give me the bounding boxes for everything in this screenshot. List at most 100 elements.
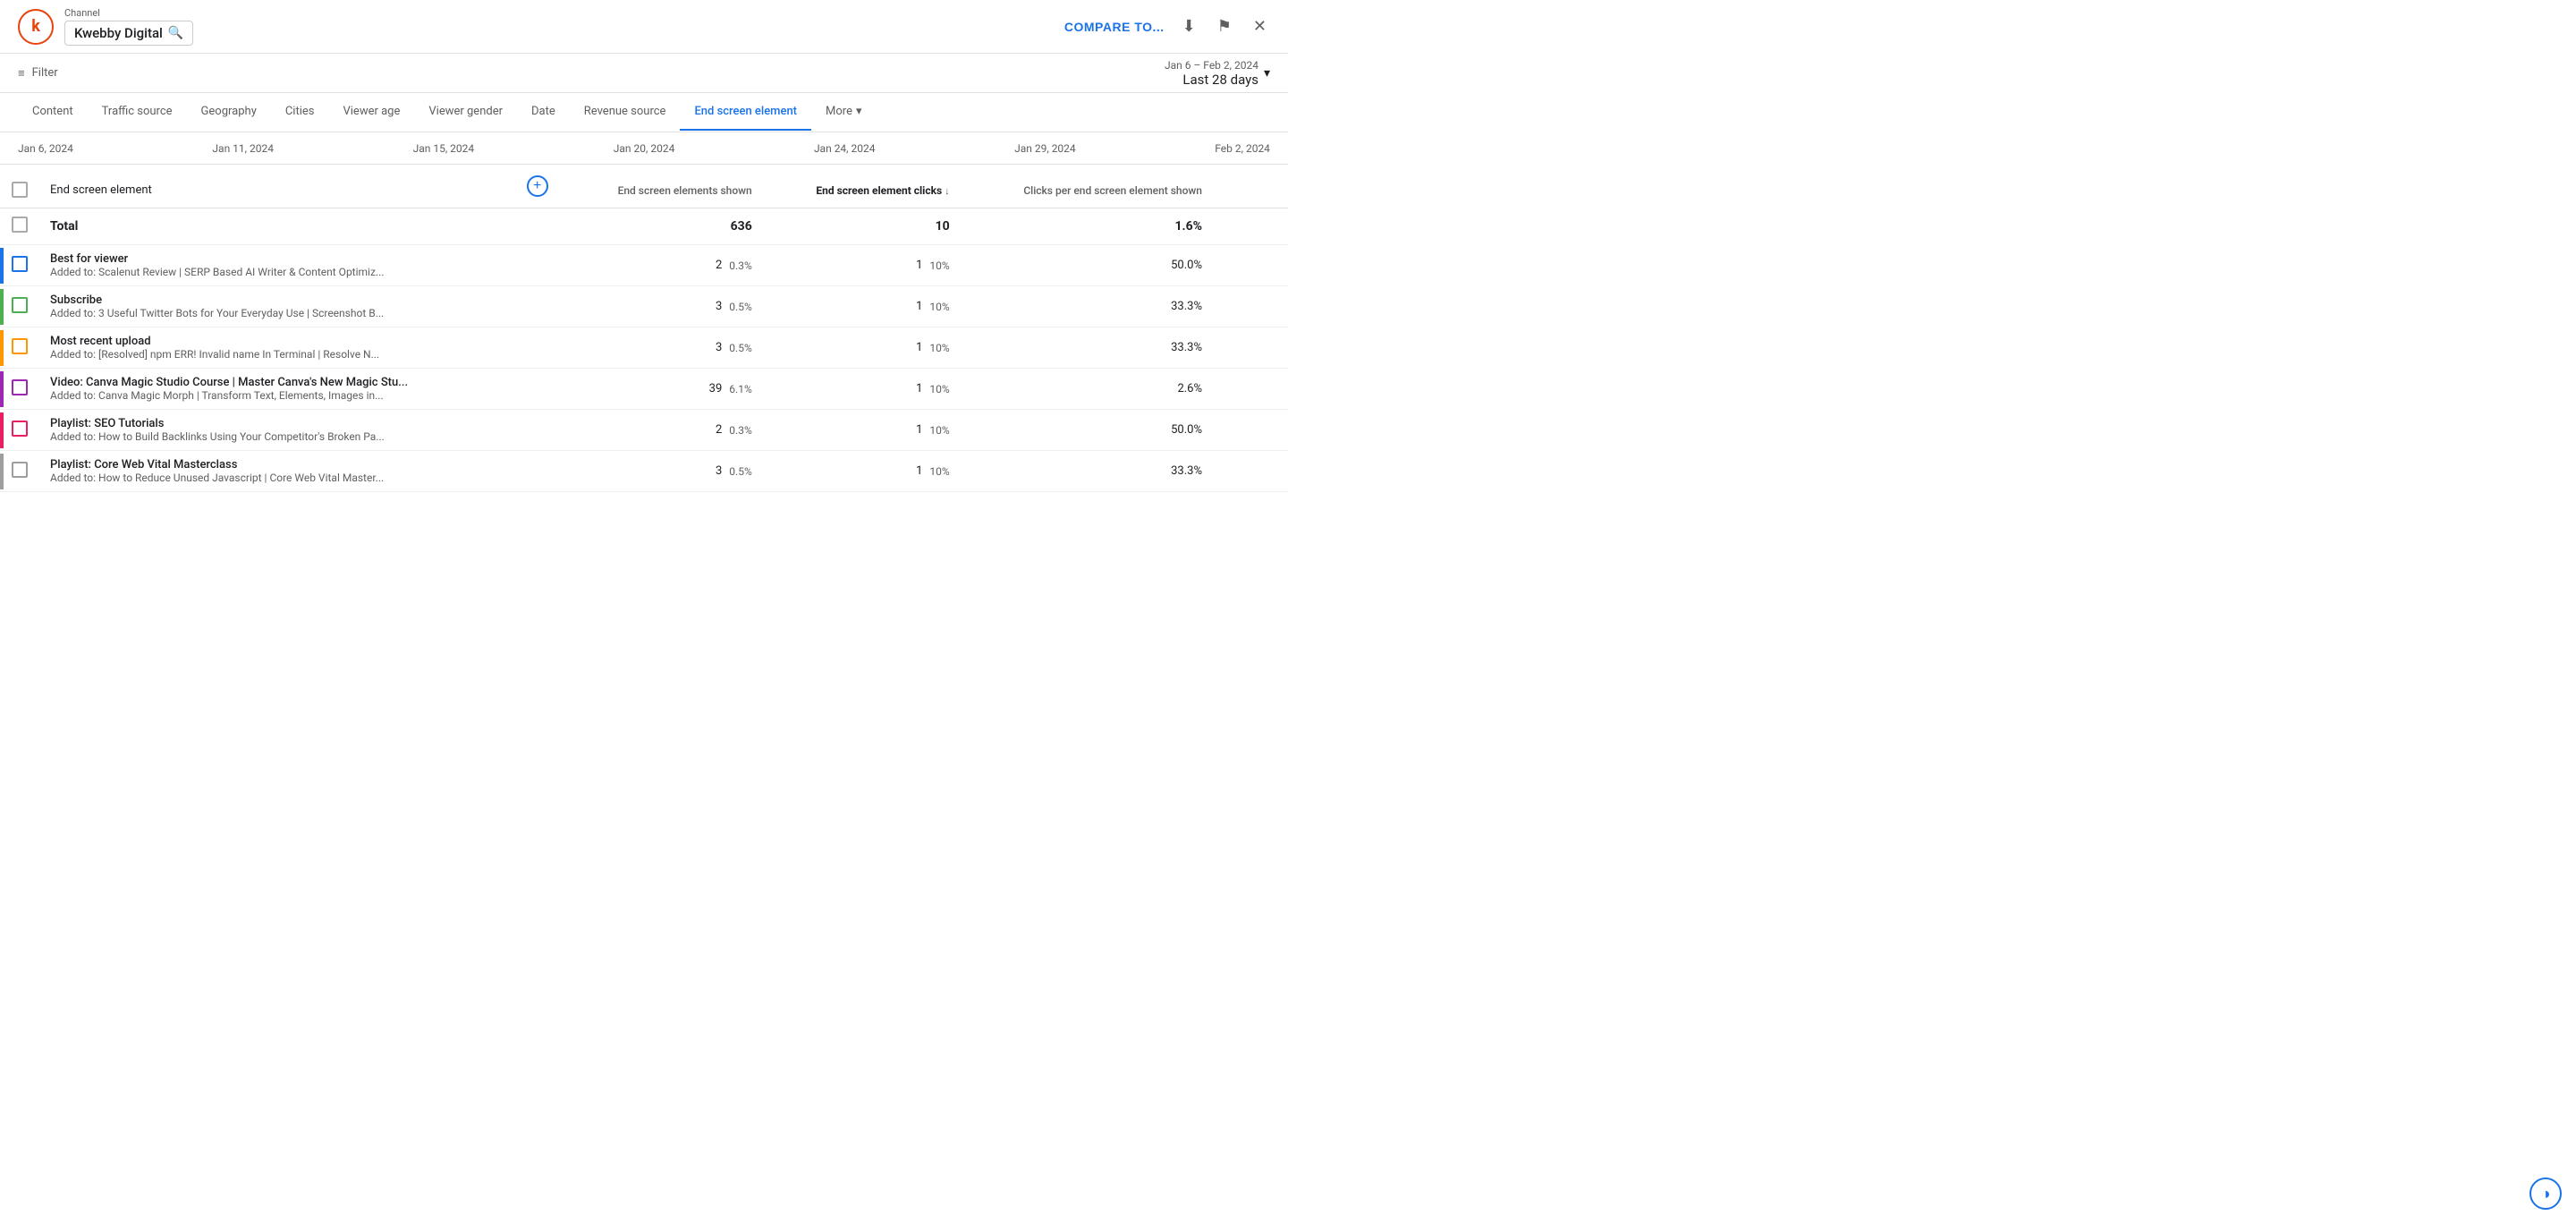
close-icon: ✕ <box>1253 17 1267 36</box>
total-checkbox[interactable] <box>12 217 28 233</box>
add-column-button[interactable]: + <box>527 175 548 197</box>
date-tick-4: Jan 20, 2024 <box>614 142 675 155</box>
row-elements-shown-pct: 6.1% <box>729 383 751 395</box>
row-trail-empty <box>1216 286 1288 327</box>
table-row: Playlist: Core Web Vital MasterclassAdde… <box>0 451 1288 492</box>
download-button[interactable]: ⬇ <box>1179 13 1199 39</box>
row-label-cell: Playlist: Core Web Vital MasterclassAdde… <box>36 451 507 492</box>
row-add-col-empty <box>507 327 568 369</box>
add-column-cell[interactable]: + <box>507 165 568 208</box>
row-checkbox-cell[interactable] <box>4 369 36 410</box>
row-label-cell: Playlist: SEO TutorialsAdded to: How to … <box>36 410 507 451</box>
row-element-clicks: 110% <box>767 410 964 451</box>
clicks-per-shown-header[interactable]: Clicks per end screen element shown <box>964 165 1216 208</box>
row-elements-shown-pct: 0.3% <box>729 259 751 272</box>
row-checkbox-cell[interactable] <box>4 451 36 492</box>
row-checkbox-cell[interactable] <box>4 286 36 327</box>
row-add-col-empty <box>507 245 568 286</box>
row-elements-shown: 30.5% <box>568 327 767 369</box>
tab-viewer-age[interactable]: Viewer age <box>328 94 414 131</box>
channel-name-box[interactable]: Kwebby Digital 🔍 <box>64 21 193 46</box>
row-main-label: Best for viewer <box>50 252 493 266</box>
row-sub-label: Added to: Scalenut Review | SERP Based A… <box>50 266 493 278</box>
row-clicks-per-shown: 33.3% <box>964 286 1216 327</box>
row-clicks-per-shown: 33.3% <box>964 327 1216 369</box>
row-elements-shown-pct: 0.3% <box>729 424 751 437</box>
row-trail-empty <box>1216 327 1288 369</box>
row-checkbox[interactable] <box>12 379 28 395</box>
date-dropdown-icon[interactable]: ▾ <box>1264 66 1270 81</box>
bottom-help-icon[interactable]: ◑ <box>2529 1177 2562 1210</box>
row-element-clicks-pct: 10% <box>929 342 949 354</box>
table-row: Playlist: SEO TutorialsAdded to: How to … <box>0 410 1288 451</box>
row-checkbox-cell[interactable] <box>4 245 36 286</box>
row-checkbox-cell[interactable] <box>4 410 36 451</box>
channel-info: Channel Kwebby Digital 🔍 <box>64 7 193 46</box>
row-checkbox[interactable] <box>12 462 28 478</box>
row-label-cell: Most recent uploadAdded to: [Resolved] n… <box>36 327 507 369</box>
row-sub-label: Added to: [Resolved] npm ERR! Invalid na… <box>50 348 493 361</box>
row-label-cell: Best for viewerAdded to: Scalenut Review… <box>36 245 507 286</box>
tab-geography[interactable]: Geography <box>187 94 271 131</box>
row-elements-shown-val: 3 <box>716 300 722 313</box>
date-range-main: Last 28 days <box>1182 72 1258 88</box>
tab-revenue-source[interactable]: Revenue source <box>570 94 681 131</box>
tab-cities[interactable]: Cities <box>271 94 329 131</box>
compare-button[interactable]: COMPARE TO... <box>1064 20 1165 34</box>
row-elements-shown-val: 2 <box>716 259 722 272</box>
download-icon: ⬇ <box>1182 17 1196 36</box>
row-elements-shown-val: 2 <box>716 423 722 437</box>
element-clicks-header[interactable]: End screen element clicks ↓ <box>767 165 964 208</box>
row-element-clicks: 110% <box>767 245 964 286</box>
row-checkbox-cell[interactable] <box>4 327 36 369</box>
close-button[interactable]: ✕ <box>1250 13 1270 39</box>
date-range: Jan 6 – Feb 2, 2024 Last 28 days <box>1165 59 1258 88</box>
row-clicks-per-shown: 50.0% <box>964 410 1216 451</box>
data-table-container: End screen element + End screen elements… <box>0 165 1288 492</box>
flag-button[interactable]: ⚑ <box>1214 13 1235 39</box>
row-trail-empty <box>1216 369 1288 410</box>
row-sub-label: Added to: How to Reduce Unused Javascrip… <box>50 472 493 484</box>
channel-name: Kwebby Digital <box>74 25 163 41</box>
total-empty <box>507 208 568 245</box>
tab-more[interactable]: More ▾ <box>811 94 876 131</box>
row-element-clicks-val: 1 <box>916 341 922 354</box>
tab-viewer-gender[interactable]: Viewer gender <box>414 94 517 131</box>
row-main-label: Video: Canva Magic Studio Course | Maste… <box>50 376 493 389</box>
header-right: COMPARE TO... ⬇ ⚑ ✕ <box>1064 13 1270 39</box>
row-element-clicks-pct: 10% <box>929 301 949 313</box>
tab-end-screen-element[interactable]: End screen element <box>680 94 811 131</box>
row-main-label: Most recent upload <box>50 335 493 348</box>
sort-icon: ↓ <box>945 185 950 197</box>
row-checkbox[interactable] <box>12 338 28 354</box>
row-clicks-per-shown: 50.0% <box>964 245 1216 286</box>
tab-date[interactable]: Date <box>517 94 570 131</box>
total-checkbox-cell[interactable] <box>4 208 36 245</box>
row-elements-shown: 2 0.3% <box>568 245 767 286</box>
select-all-checkbox[interactable] <box>12 182 28 198</box>
tab-traffic-source[interactable]: Traffic source <box>88 94 187 131</box>
row-sub-label: Added to: How to Build Backlinks Using Y… <box>50 430 493 443</box>
date-tick-2: Jan 11, 2024 <box>212 142 274 155</box>
date-range-selector[interactable]: Jan 6 – Feb 2, 2024 Last 28 days ▾ <box>1165 59 1270 88</box>
row-checkbox[interactable] <box>12 421 28 437</box>
row-label-cell: Video: Canva Magic Studio Course | Maste… <box>36 369 507 410</box>
row-main-label: Playlist: Core Web Vital Masterclass <box>50 458 493 472</box>
row-elements-shown-val: 3 <box>716 341 722 354</box>
total-clicks-per-shown: 1.6% <box>964 208 1216 245</box>
elements-shown-header[interactable]: End screen elements shown <box>568 165 767 208</box>
row-trail-empty <box>1216 410 1288 451</box>
row-elements-shown-val: 3 <box>716 464 722 478</box>
row-checkbox[interactable] <box>12 256 28 272</box>
channel-search-icon[interactable]: 🔍 <box>168 26 183 40</box>
row-sub-label: Added to: Canva Magic Morph | Transform … <box>50 389 493 402</box>
date-tick-6: Jan 29, 2024 <box>1014 142 1076 155</box>
row-trail-empty <box>1216 451 1288 492</box>
row-elements-shown: 30.5% <box>568 286 767 327</box>
tab-content[interactable]: Content <box>18 94 88 131</box>
row-trail-empty <box>1216 245 1288 286</box>
row-element-clicks: 110% <box>767 369 964 410</box>
filter-left[interactable]: ≡ Filter <box>18 66 58 81</box>
row-element-clicks-pct: 10% <box>929 383 949 395</box>
row-checkbox[interactable] <box>12 297 28 313</box>
